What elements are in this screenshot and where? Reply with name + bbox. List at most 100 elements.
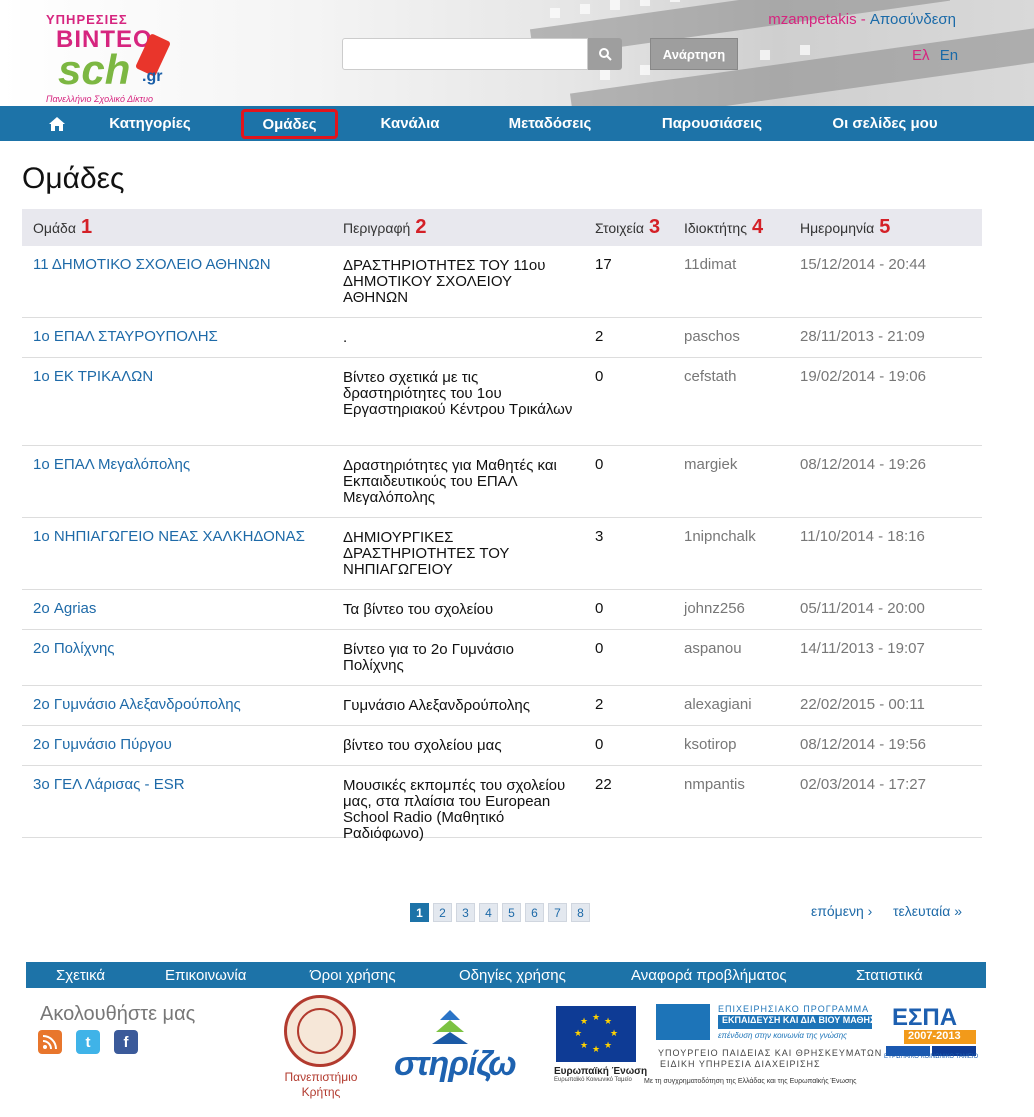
twitter-icon[interactable]: t [76,1030,100,1054]
page-link[interactable]: 6 [525,903,544,922]
group-link[interactable]: 1ο ΕΚ ΤΡΙΚΑΛΩΝ [33,369,153,385]
last-page-link[interactable]: τελευταία » [893,903,962,919]
footer-link-help[interactable]: Οδηγίες χρήσης [459,962,566,988]
group-date: 22/02/2015 - 00:11 [800,696,925,713]
upload-button[interactable]: Ανάρτηση [650,38,738,70]
footer-link-report[interactable]: Αναφορά προβλήματος [631,962,787,988]
nav-item-broadcasts[interactable]: Μεταδόσεις [492,106,608,141]
group-link[interactable]: 1ο ΝΗΠΙΑΓΩΓΕΙΟ ΝΕΑΣ ΧΑΛΚΗΔΟΝΑΣ [33,529,305,545]
site-header: ΥΠΗΡΕΣΙΕΣ ΒΙΝΤΕΟ sch .gr Πανελλήνιο Σχολ… [0,0,1034,106]
header-owner[interactable]: Ιδιοκτήτης 4 [684,209,763,246]
group-link[interactable]: 3ο ΓΕΛ Λάρισας - ESR [33,777,185,793]
group-link[interactable]: 1ο ΕΠΑΛ ΣΤΑΥΡΟΥΠΟΛΗΣ [33,329,218,345]
group-date: 08/12/2014 - 19:56 [800,736,926,753]
university-of-crete-label: Πανεπιστήμιο Κρήτης [284,1070,358,1099]
username-link[interactable]: mzampetakis [768,11,856,28]
group-link[interactable]: 1ο ΕΠΑΛ Μεγαλόπολης [33,457,190,473]
footer-nav: Σχετικά Επικοινωνία Όροι χρήσης Οδηγίες … [26,962,986,988]
item-count: 0 [595,600,604,617]
owner-name: alexagiani [684,696,752,713]
page-link[interactable]: 2 [433,903,452,922]
eu-sub-label: Ευρωπαϊκό Κοινωνικό Ταμείο [554,1077,632,1083]
footer-link-terms[interactable]: Όροι χρήσης [310,962,396,988]
header-label: Ιδιοκτήτης [684,219,747,236]
footer-link-stats[interactable]: Στατιστικά [856,962,923,988]
group-date: 14/11/2013 - 19:07 [800,640,925,657]
nav-item-my-pages[interactable]: Οι σελίδες μου [818,106,952,141]
item-count: 17 [595,256,612,273]
edu-program-name: ΕΚΠΑΙΔΕΥΣΗ ΚΑΙ ΔΙΑ ΒΙΟΥ ΜΑΘΗΣΗ [718,1015,882,1029]
group-link[interactable]: 11 ΔΗΜΟΤΙΚΟ ΣΧΟΛΕΙΟ ΑΘΗΝΩΝ [33,257,271,273]
eu-flag: ★ ★ ★ ★ ★ ★ ★ ★ [556,1006,636,1062]
table-row: 3ο ΓΕΛ Λάρισας - ESR Μουσικές εκπομπές τ… [22,766,982,842]
espa-title: ΕΣΠΑ [892,1004,958,1031]
edu-program-title: ΕΠΙΧΕΙΡΗΣΙΑΚΟ ΠΡΟΓΡΑΜΜΑ [718,1004,870,1014]
lang-en-link[interactable]: En [940,47,958,64]
footer-link-about[interactable]: Σχετικά [56,962,105,988]
page-link[interactable]: 4 [479,903,498,922]
page-link[interactable]: 5 [502,903,521,922]
next-page-link[interactable]: επόμενη › [811,903,872,919]
rss-glyph [42,1035,57,1050]
nav-item-groups[interactable]: Ομάδες [241,109,338,139]
group-link[interactable]: 2ο Γυμνάσιο Πύργου [33,737,172,753]
table-row: 2ο Γυμνάσιο Αλεξανδρούπολης Γυμνάσιο Αλε… [22,686,982,726]
table-row: 1ο ΝΗΠΙΑΓΩΓΕΙΟ ΝΕΑΣ ΧΑΛΚΗΔΟΝΑΣ ΔΗΜΙΟΥΡΓΙ… [22,518,982,590]
stirizo-pyramid-icon [432,1010,468,1044]
group-date: 15/12/2014 - 20:44 [800,256,926,273]
owner-name: nmpantis [684,776,745,793]
owner-name: 11dimat [684,256,737,273]
item-count: 2 [595,696,604,713]
logo-line4: .gr [142,68,163,85]
lang-el-link[interactable]: Ελ [912,47,930,64]
group-link[interactable]: 2ο Πολίχνης [33,641,115,657]
group-description: Τα βίντεο του σχολείου [343,601,494,618]
rss-icon[interactable] [38,1030,62,1054]
table-row: 1ο ΕΚ ΤΡΙΚΑΛΩΝ Βίντεο σχετικά με τις δρα… [22,358,982,446]
logo-tagline: Πανελλήνιο Σχολικό Δίκτυο [46,94,153,104]
management-label: ΕΙΔΙΚΗ ΥΠΗΡΕΣΙΑ ΔΙΑΧΕΙΡΙΣΗΣ [660,1059,821,1069]
table-row: 11 ΔΗΜΟΤΙΚΟ ΣΧΟΛΕΙΟ ΑΘΗΝΩΝ ΔΡΑΣΤΗΡΙΟΤΗΤΕ… [22,246,982,318]
owner-name: ksotirop [684,736,737,753]
group-date: 08/12/2014 - 19:26 [800,456,926,473]
table-header: Ομάδα 1 Περιγραφή 2 Στοιχεία 3 Ιδιοκτήτης 4 … [22,209,982,246]
annotation-number: 1 [80,216,93,238]
logout-link[interactable]: Αποσύνδεση [870,11,956,28]
header-date[interactable]: Ημερομηνία 5 [800,209,890,246]
owner-name: aspanou [684,640,742,657]
group-description: ΔΗΜΙΟΥΡΓΙΚΕΣ ΔΡΑΣΤΗΡΙΟΤΗΤΕΣ ΤΟΥ ΝΗΠΙΑΓΩΓ… [343,529,510,578]
nav-item-presentations[interactable]: Παρουσιάσεις [646,106,778,141]
nav-item-categories[interactable]: Κατηγορίες [92,106,208,141]
header-description[interactable]: Περιγραφή 2 [343,209,426,246]
group-link[interactable]: 2ο Γυμνάσιο Αλεξανδρούπολης [33,697,241,713]
page-link[interactable]: 3 [456,903,475,922]
espa-sub-label: ΕΥΡΩΠΑΪΚΟ ΚΟΙΝΩΝΙΚΟ ΤΑΜΕΙΟ [884,1054,979,1060]
owner-name: 1nipnchalk [684,528,756,545]
table-row: 2ο Agrias Τα βίντεο του σχολείου 0 johnz… [22,590,982,630]
page-link-current[interactable]: 1 [410,903,429,922]
page-link[interactable]: 8 [571,903,590,922]
footer-link-contact[interactable]: Επικοινωνία [165,962,246,988]
stirizo-logo-text: στηρίζω [394,1045,517,1083]
header-items[interactable]: Στοιχεία 3 [595,209,660,246]
group-date: 19/02/2014 - 19:06 [800,368,926,385]
group-description: ΔΡΑΣΤΗΡΙΟΤΗΤΕΣ ΤΟΥ 11ου ΔΗΜΟΤΙΚΟΥ ΣΧΟΛΕΙ… [343,257,546,306]
home-icon [49,116,65,131]
nav-item-channels[interactable]: Κανάλια [366,106,454,141]
group-description: . [343,329,348,346]
edu-program-logo: ΕΠΙΧΕΙΡΗΣΙΑΚΟ ΠΡΟΓΡΑΜΜΑ ΕΚΠΑΙΔΕΥΣΗ ΚΑΙ Δ… [656,1004,882,1044]
eu-label: Ευρωπαϊκή Ένωση [554,1066,648,1077]
facebook-icon[interactable]: f [114,1030,138,1054]
group-date: 05/11/2014 - 20:00 [800,600,925,617]
search-input[interactable] [342,38,588,70]
group-description: Δραστηριότητες για Μαθητές και Εκπαιδευτ… [343,457,557,506]
search-button[interactable] [588,38,622,70]
site-logo[interactable]: ΥΠΗΡΕΣΙΕΣ ΒΙΝΤΕΟ sch .gr Πανελλήνιο Σχολ… [42,12,192,104]
home-button[interactable] [44,106,70,141]
ministry-label: ΥΠΟΥΡΓΕΙΟ ΠΑΙΔΕΙΑΣ ΚΑΙ ΘΡΗΣΚΕΥΜΑΤΩΝ [658,1048,883,1058]
header-group[interactable]: Ομάδα 1 [33,209,92,246]
item-count: 2 [595,328,604,345]
group-link[interactable]: 2ο Agrias [33,601,96,617]
group-description: Βίντεο για το 2ο Γυμνάσιο Πολίχνης [343,641,514,674]
page-link[interactable]: 7 [548,903,567,922]
